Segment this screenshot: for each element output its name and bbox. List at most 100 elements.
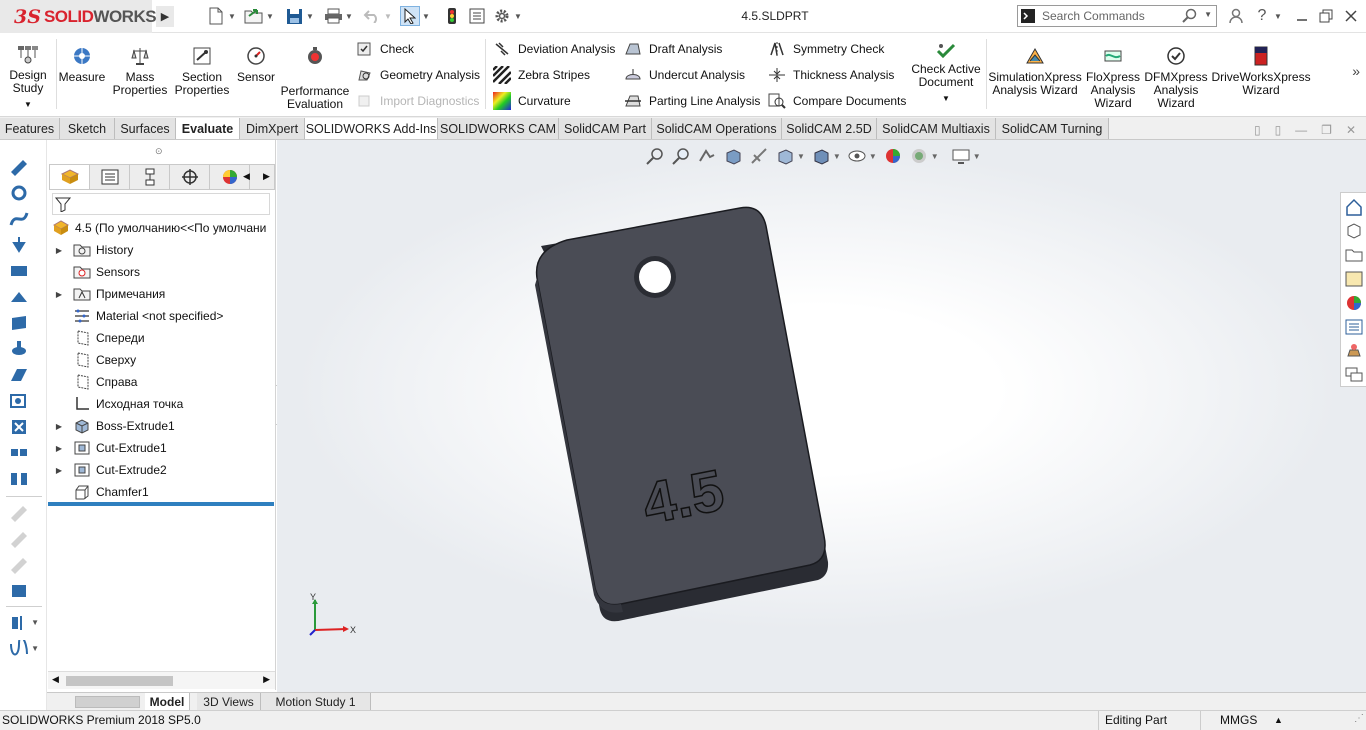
part-model[interactable]: 4.5	[527, 200, 847, 630]
tree-item-origin[interactable]: Исходная точка	[47, 393, 276, 415]
tree-horizontal-scrollbar[interactable]: ◀ ▶	[48, 671, 275, 689]
chevron-down-icon[interactable]: ▼	[384, 12, 392, 21]
mirror-icon[interactable]	[5, 468, 33, 490]
restore-window-icon[interactable]	[1316, 6, 1336, 26]
tab-scroll-buttons[interactable]	[75, 696, 140, 708]
section-view-icon[interactable]	[723, 146, 743, 166]
chevron-down-icon[interactable]: ▼	[973, 152, 981, 161]
doc-restore-icon[interactable]: ❐	[1321, 123, 1332, 137]
minimize-window-icon[interactable]	[1292, 6, 1312, 26]
tab-surfaces[interactable]: Surfaces	[115, 118, 176, 139]
open-document-button[interactable]: ▼	[244, 5, 274, 27]
graphics-area[interactable]: ▼ ▼ ▼ ▼ ▼ 4.5 Y X	[277, 140, 1366, 693]
select-button[interactable]: ▼	[400, 5, 430, 27]
chevron-down-icon[interactable]: ▼	[31, 618, 39, 627]
close-window-icon[interactable]	[1341, 6, 1361, 26]
tab-features[interactable]: Features	[0, 118, 60, 139]
tree-item-chamfer1[interactable]: Chamfer1	[47, 481, 276, 503]
deviation-analysis-button[interactable]: Deviation Analysis	[492, 38, 615, 60]
fillet-icon[interactable]	[5, 260, 33, 282]
driveworksxpress-button[interactable]: DriveWorksXpress Wizard	[1211, 43, 1311, 97]
scroll-right-icon[interactable]: ▶	[263, 674, 270, 685]
curves-icon[interactable]: ▼	[5, 638, 39, 660]
rebuild-button[interactable]	[442, 5, 462, 27]
revolve-icon[interactable]	[5, 338, 33, 360]
thickness-analysis-button[interactable]: Thickness Analysis	[767, 64, 894, 86]
tab-scroll-left-icon[interactable]: ◀	[243, 171, 250, 182]
design-library-icon[interactable]	[1344, 221, 1364, 241]
search-icon[interactable]	[1182, 8, 1198, 27]
resize-grip-icon[interactable]: ⋰	[1354, 713, 1364, 724]
apply-scene-icon[interactable]	[909, 146, 929, 166]
chevron-down-icon[interactable]: ▼	[306, 12, 314, 21]
tree-item-cut-extrude2[interactable]: ▶ Cut-Extrude2	[47, 459, 276, 481]
zoom-to-area-icon[interactable]	[671, 146, 691, 166]
home-icon[interactable]	[1344, 197, 1364, 217]
mass-properties-button[interactable]: Mass Properties	[112, 43, 168, 97]
chevron-down-icon[interactable]: ▼	[833, 152, 841, 161]
propertymanager-tab-icon[interactable]	[90, 165, 130, 189]
dynamic-annotation-icon[interactable]	[749, 146, 769, 166]
doc-close-icon[interactable]: ✕	[1346, 123, 1356, 137]
solidworks-resources-icon[interactable]	[1344, 341, 1364, 361]
tab-solidcam-multiaxis[interactable]: SolidCAM Multiaxis	[877, 118, 996, 139]
unit-system-selector[interactable]: MMGS ▲	[1200, 711, 1320, 730]
tree-item-boss-extrude1[interactable]: ▶ Boss-Extrude1	[47, 415, 276, 437]
shell-icon[interactable]	[5, 286, 33, 308]
search-commands-box[interactable]: ▼	[1017, 5, 1217, 27]
undercut-analysis-button[interactable]: Undercut Analysis	[623, 64, 745, 86]
tab-scroll-right-icon[interactable]: ▶	[263, 171, 270, 182]
tree-item-sensors[interactable]: Sensors	[47, 261, 276, 283]
tile-right-icon[interactable]: ▯	[1275, 123, 1282, 137]
tile-left-icon[interactable]: ▯	[1254, 123, 1261, 137]
design-study-button[interactable]: Design Study ▼	[6, 41, 50, 111]
tab-motion-study-1[interactable]: Motion Study 1	[261, 693, 371, 710]
extrude-icon[interactable]	[5, 234, 33, 256]
custom-properties-icon[interactable]	[1344, 317, 1364, 337]
smart-dimension-icon[interactable]	[5, 156, 33, 178]
zebra-stripes-button[interactable]: Zebra Stripes	[492, 64, 590, 86]
expand-arrow-icon[interactable]: ▶	[52, 422, 66, 431]
tree-item-material[interactable]: Material <not specified>	[47, 305, 276, 327]
chevron-down-icon[interactable]: ▼	[931, 152, 939, 161]
print-button[interactable]: ▼	[323, 5, 353, 27]
tree-item-right-plane[interactable]: Справа	[47, 371, 276, 393]
tab-evaluate[interactable]: Evaluate	[176, 118, 240, 139]
panel-collapse-handle-icon[interactable]: ⊙	[155, 146, 163, 157]
chevron-down-icon[interactable]: ▼	[1268, 6, 1288, 26]
scroll-left-icon[interactable]: ◀	[52, 674, 59, 685]
appearances-icon[interactable]	[1344, 293, 1364, 313]
menu-expand-arrow-icon[interactable]: ▶	[156, 6, 174, 27]
performance-evaluation-button[interactable]: Performance Evaluation	[281, 43, 349, 111]
options-button[interactable]: ▼	[492, 5, 522, 27]
new-document-button[interactable]: ▼	[206, 5, 236, 27]
tree-item-top-plane[interactable]: Сверху	[47, 349, 276, 371]
section-properties-button[interactable]: Section Properties	[172, 43, 232, 97]
tree-item-annotations[interactable]: ▶ Примечания	[47, 283, 276, 305]
tab-solidcam-turning[interactable]: SolidCAM Turning	[996, 118, 1109, 139]
chevron-down-icon[interactable]: ▼	[1204, 10, 1212, 19]
tab-3d-views[interactable]: 3D Views	[197, 693, 261, 710]
rollback-bar[interactable]	[48, 502, 274, 506]
previous-view-icon[interactable]	[697, 146, 717, 166]
cut-icon[interactable]	[5, 416, 33, 438]
curvature-button[interactable]: Curvature	[492, 90, 571, 112]
tab-solidcam-part[interactable]: SolidCAM Part	[559, 118, 652, 139]
search-input[interactable]	[1042, 9, 1182, 23]
tree-root-part[interactable]: 4.5 (По умолчанию<<По умолчани	[47, 217, 276, 239]
tab-solidworks-add-ins[interactable]: SOLIDWORKS Add-Ins	[305, 118, 438, 139]
edit-appearance-icon[interactable]	[883, 146, 903, 166]
scrollbar-thumb[interactable]	[66, 676, 173, 686]
view-orientation-icon[interactable]	[775, 146, 795, 166]
pattern-icon[interactable]	[5, 442, 33, 464]
featuremanager-tab-icon[interactable]	[50, 165, 90, 189]
tab-solidworks-cam[interactable]: SOLIDWORKS CAM	[438, 118, 559, 139]
instant3d-icon[interactable]	[5, 580, 33, 602]
reference-geometry-icon[interactable]: ▼	[5, 612, 39, 634]
tree-item-history[interactable]: ▶ History	[47, 239, 276, 261]
user-account-icon[interactable]	[1226, 6, 1246, 26]
chevron-down-icon[interactable]: ▼	[228, 12, 236, 21]
loft-icon[interactable]	[5, 364, 33, 386]
import-diagnostics-button[interactable]: Import Diagnostics	[354, 90, 479, 112]
check-active-document-button[interactable]: Check Active Document ▼	[910, 41, 982, 105]
